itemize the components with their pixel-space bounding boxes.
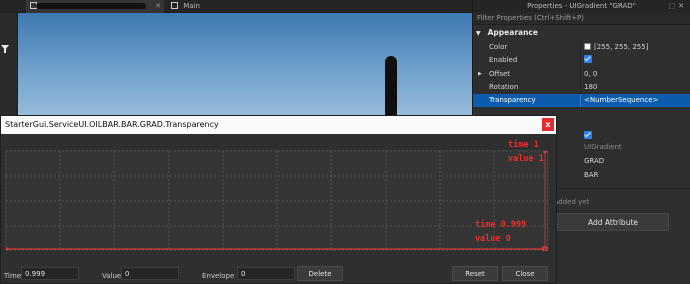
property-value[interactable]: <NumberSequence> [584,94,658,107]
keypoint-start [6,247,9,251]
annotation-bottom-value: value 0 [475,234,511,244]
annotation-top-value: value 1 [508,154,544,164]
keypoint-end [543,151,547,154]
redacted-tab-name [36,3,146,9]
appearance-section-header[interactable]: ▼ Appearance [473,25,690,41]
annotation-top-time: time 1 [508,140,539,150]
game-viewport[interactable] [18,13,472,126]
property-value[interactable]: [255, 255, 255] [584,41,648,54]
property-transparency[interactable]: Transparency <NumberSequence> [473,94,690,108]
close-button[interactable]: Close [502,266,548,281]
property-value[interactable]: 180 [584,81,597,94]
properties-title: Properties - UIGradient "GRAD" [527,2,636,10]
property-name: Enabled [489,56,518,65]
no-attributes-text: added yet [554,198,590,206]
reset-button[interactable]: Reset [452,266,498,281]
property-value[interactable] [584,54,592,67]
column-divider [580,41,581,55]
property-enabled[interactable]: Enabled [473,54,690,68]
property-name: Offset [489,69,511,78]
panel-controls[interactable]: ⬚✕ [669,0,687,12]
section-title: Appearance [487,28,538,37]
properties-title-bar: Properties - UIGradient "GRAD" ⬚✕ [473,0,690,12]
envelope-input[interactable]: 0 [237,267,295,280]
column-divider [580,67,581,81]
editor-tab-bar: ✕ Main [0,0,472,13]
property-offset[interactable]: ▶ Offset 0, 0 [473,67,690,81]
value-label: Value [102,272,122,280]
filter-icon[interactable] [0,43,10,54]
dialog-close-button[interactable]: x [542,118,554,131]
time-label: Time [4,272,22,280]
color-swatch[interactable] [584,43,591,50]
explorer-strip [0,13,18,125]
filter-placeholder: Filter Properties (Ctrl+Shift+P) [477,14,584,22]
property-name: Rotation [489,82,519,91]
checkbox[interactable] [584,131,592,139]
dialog-title: StarterGui.ServiceUI.OILBAR.BAR.GRAD.Tra… [1,116,556,134]
delete-button[interactable]: Delete [297,266,343,281]
tab-close-icon[interactable]: ✕ [155,0,161,13]
property-color[interactable]: Color [255, 255, 255] [473,41,690,55]
value-input[interactable]: 0 [121,267,179,280]
color-value: [255, 255, 255] [594,43,649,51]
number-sequence-editor-dialog: StarterGui.ServiceUI.OILBAR.BAR.GRAD.Tra… [0,115,557,284]
annotation-bottom-time: time 0.999 [475,220,527,230]
tab-main[interactable]: Main [167,0,217,13]
column-divider [580,94,581,108]
property-name: Transparency [489,96,536,105]
time-input[interactable]: 0.999 [21,267,79,280]
close-icon: x [545,120,551,129]
property-value[interactable]: 0, 0 [584,68,597,81]
sequence-graph[interactable]: time 1 value 1 time 0.999 value 0 [5,140,549,251]
parent-value[interactable]: BAR [584,171,598,179]
classname-value: UIGradient [584,143,622,151]
name-value[interactable]: GRAD [584,157,604,165]
enabled-checkbox[interactable] [584,55,592,64]
add-attribute-button[interactable]: Add Attribute [557,213,669,231]
expand-arrow-icon[interactable]: ▶ [478,68,482,81]
property-rotation[interactable]: Rotation 180 [473,80,690,95]
chevron-down-icon: ▼ [476,30,481,37]
properties-filter-input[interactable]: Filter Properties (Ctrl+Shift+P) [473,12,690,25]
property-name: Color [489,43,508,51]
graph-grid [6,151,549,251]
tab-script[interactable]: ✕ [26,0,164,13]
script-icon [171,2,178,9]
column-divider [580,80,581,95]
tab-main-label: Main [183,2,200,10]
envelope-label: Envelope [202,272,235,280]
column-divider [580,54,581,68]
